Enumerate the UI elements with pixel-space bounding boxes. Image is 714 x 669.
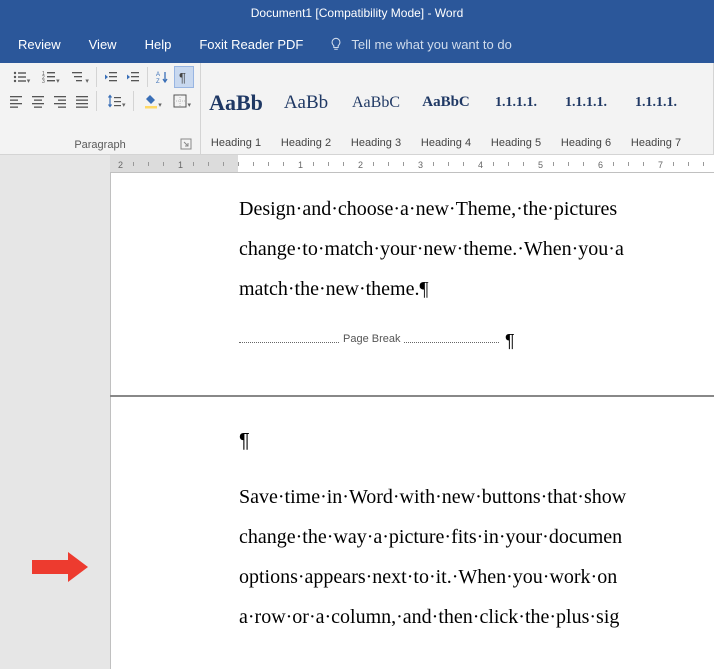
style-heading-4[interactable]: AaBbCHeading 4 (411, 63, 481, 154)
multilevel-list-button[interactable] (65, 66, 92, 88)
menu-bar: Review View Help Foxit Reader PDF Tell m… (0, 25, 714, 63)
cursor-pilcrow: ¶ (505, 331, 515, 352)
ruler-tick: 4 (478, 160, 483, 170)
ruler-tick: 1 (298, 160, 303, 170)
style-heading-6[interactable]: 1.1.1.1.Heading 6 (551, 63, 621, 154)
ruler-tick: 7 (658, 160, 663, 170)
style-heading-7[interactable]: 1.1.1.1.Heading 7 (621, 63, 691, 154)
borders-button[interactable] (167, 90, 194, 112)
page-1[interactable]: Design·and·choose·a·new·Theme,·the·pictu… (110, 173, 714, 395)
style-heading-1[interactable]: AaBbHeading 1 (201, 63, 271, 154)
style-heading-3[interactable]: AaBbCHeading 3 (341, 63, 411, 154)
separator (96, 91, 97, 111)
style-label: Heading 1 (211, 137, 261, 149)
tell-me-search[interactable]: Tell me what you want to do (317, 29, 523, 60)
page-container: Design·and·choose·a·new·Theme,·the·pictu… (110, 173, 714, 669)
svg-text:3: 3 (42, 79, 45, 85)
style-label: Heading 6 (561, 137, 611, 149)
paragraph-dialog-launcher-icon[interactable] (180, 138, 192, 150)
doc-line[interactable]: Design·and·choose·a·new·Theme,·the·pictu… (239, 189, 714, 229)
svg-text:¶: ¶ (179, 70, 186, 85)
align-left-button[interactable] (6, 90, 26, 112)
style-heading-5[interactable]: 1.1.1.1.Heading 5 (481, 63, 551, 154)
ruler-tick: 3 (418, 160, 423, 170)
style-preview: 1.1.1.1. (635, 68, 677, 137)
numbering-button[interactable]: 123 (35, 66, 62, 88)
style-preview: AaBb (209, 68, 263, 137)
ribbon: 123 AZ ¶ Paragraph (0, 63, 714, 155)
style-preview: AaBbC (422, 68, 470, 137)
paragraph-group-label: Paragraph (74, 139, 125, 151)
style-label: Heading 4 (421, 137, 471, 149)
doc-line[interactable]: change·to·match·your·new·theme.·When·you… (239, 229, 714, 269)
svg-text:A: A (156, 72, 160, 78)
align-center-button[interactable] (28, 90, 48, 112)
show-hide-marks-button[interactable]: ¶ (174, 66, 194, 88)
separator (147, 67, 148, 87)
menu-help[interactable]: Help (131, 29, 186, 60)
doc-line[interactable]: Save·time·in·Word·with·new·buttons·that·… (239, 477, 714, 517)
style-preview: 1.1.1.1. (495, 68, 537, 137)
style-heading-2[interactable]: AaBbHeading 2 (271, 63, 341, 154)
ruler-tick: 5 (538, 160, 543, 170)
ruler-tick: 6 (598, 160, 603, 170)
style-label: Heading 7 (631, 137, 681, 149)
doc-line[interactable]: change·the·way·a·picture·fits·in·your·do… (239, 517, 714, 557)
doc-line[interactable]: match·the·new·theme.¶ (239, 269, 714, 309)
ruler-tick: 1 (178, 160, 183, 170)
title-bar: Document1 [Compatibility Mode] - Word (0, 0, 714, 25)
ruler-tick: 2 (118, 160, 123, 170)
menu-foxit[interactable]: Foxit Reader PDF (185, 29, 317, 60)
menu-view[interactable]: View (75, 29, 131, 60)
annotation-arrow-icon (30, 550, 90, 587)
document-area: 21123456789 Design·and·choose·a·new·Them… (0, 155, 714, 669)
separator (96, 67, 97, 87)
page-2[interactable]: ¶ Save·time·in·Word·with·new·buttons·tha… (110, 397, 714, 669)
style-preview: AaBb (284, 68, 328, 137)
shading-button[interactable] (137, 90, 164, 112)
separator (133, 91, 134, 111)
style-label: Heading 5 (491, 137, 541, 149)
horizontal-ruler[interactable]: 21123456789 (110, 155, 714, 173)
lightbulb-icon (329, 37, 343, 51)
decrease-indent-button[interactable] (101, 66, 121, 88)
sort-button[interactable]: AZ (152, 66, 172, 88)
page-break-indicator: Page Break ¶ (239, 333, 714, 351)
doc-line[interactable]: a·row·or·a·column,·and·then·click·the·pl… (239, 597, 714, 637)
styles-gallery: AaBbHeading 1AaBbHeading 2AaBbCHeading 3… (201, 63, 714, 154)
style-preview: 1.1.1.1. (565, 68, 607, 137)
title-text: Document1 [Compatibility Mode] - Word (251, 6, 464, 20)
paragraph-mark[interactable]: ¶ (239, 421, 714, 461)
doc-line[interactable]: options·appears·next·to·it.·When·you·wor… (239, 557, 714, 597)
menu-review[interactable]: Review (4, 29, 75, 60)
line-spacing-button[interactable] (101, 90, 128, 112)
ruler-tick: 2 (358, 160, 363, 170)
style-preview: AaBbC (352, 68, 400, 137)
align-right-button[interactable] (50, 90, 70, 112)
justify-button[interactable] (72, 90, 92, 112)
tell-me-label: Tell me what you want to do (351, 37, 511, 52)
style-label: Heading 2 (281, 137, 331, 149)
svg-text:Z: Z (156, 79, 160, 85)
style-label: Heading 3 (351, 137, 401, 149)
page-break-label: Page Break (339, 333, 404, 345)
bullets-button[interactable] (6, 66, 33, 88)
increase-indent-button[interactable] (123, 66, 143, 88)
paragraph-group: 123 AZ ¶ Paragraph (0, 63, 201, 154)
